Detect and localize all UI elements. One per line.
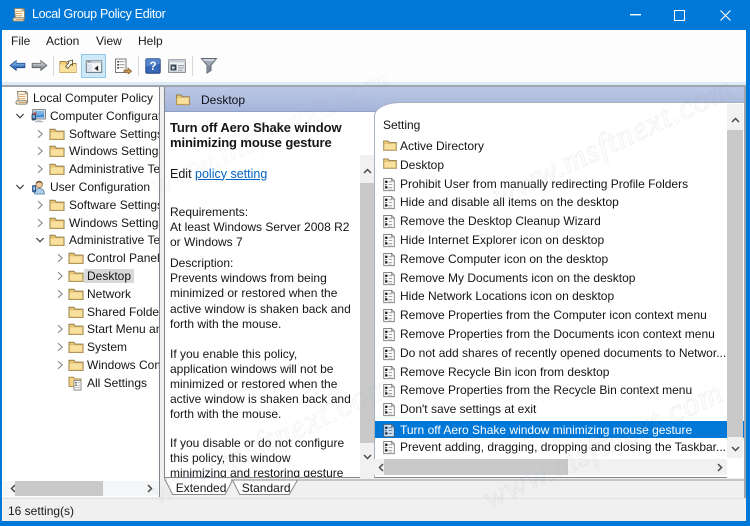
- svg-text:Standard: Standard: [242, 481, 291, 495]
